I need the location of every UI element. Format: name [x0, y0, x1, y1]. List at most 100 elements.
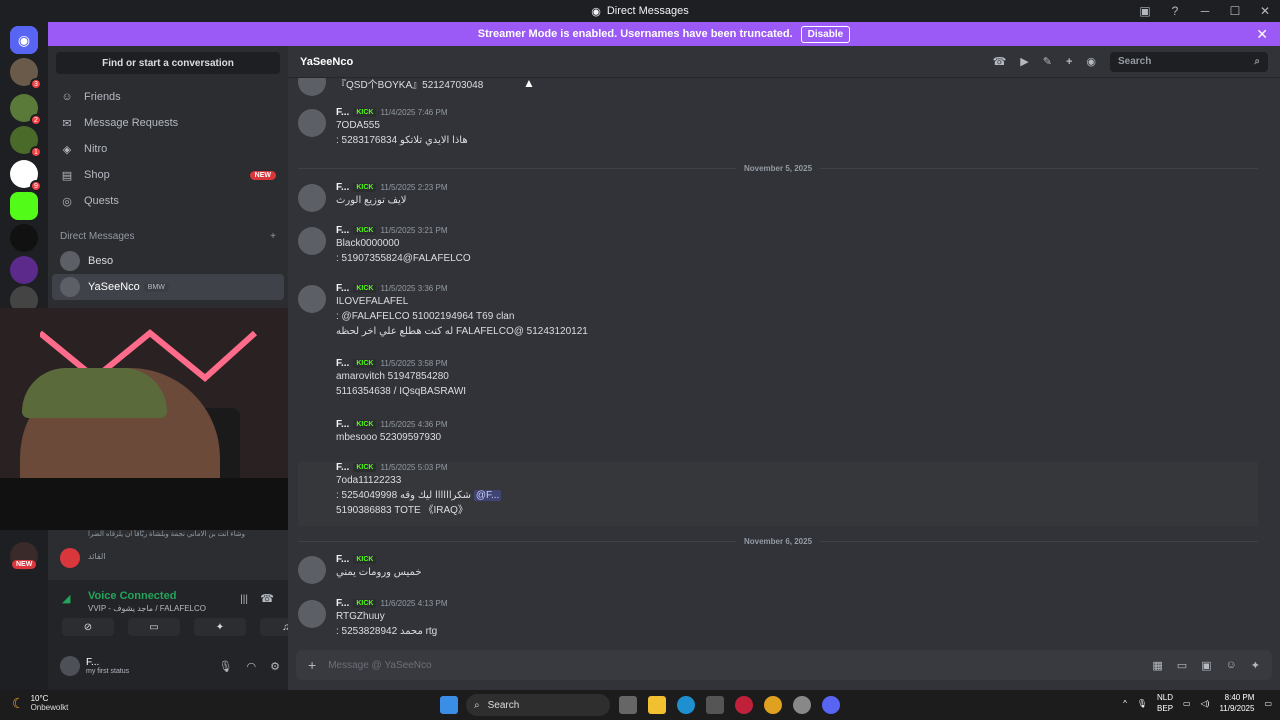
server-icon[interactable]: 3 [10, 58, 42, 90]
app-icon[interactable] [793, 696, 811, 714]
disconnect-icon[interactable]: ☎ [260, 592, 274, 605]
dm-item-beso[interactable]: Beso [52, 248, 284, 274]
unread-badge: 1 [30, 146, 42, 158]
message-line: 5190386883 TOTE 《IRAQ》 [336, 505, 468, 516]
nav-shop[interactable]: ▤ Shop NEW [48, 162, 288, 188]
server-icon[interactable]: 2 [10, 94, 42, 126]
noise-icon[interactable]: ||| [240, 594, 248, 605]
volume-icon[interactable]: ◁) [1201, 699, 1210, 708]
kick-badge: KICK [353, 359, 377, 368]
mic-tray-icon[interactable]: 🎙 [1137, 699, 1147, 708]
minimize-button[interactable]: ─ [1190, 4, 1220, 18]
mention[interactable]: @F... [473, 490, 502, 501]
author-name[interactable]: F... [336, 107, 349, 118]
search-input[interactable]: Search ⌕ [1110, 51, 1268, 72]
author-name[interactable]: F... [336, 554, 349, 565]
gif-icon[interactable]: ▭ [1177, 659, 1187, 672]
weather-desc: Onbewolkt [30, 703, 69, 712]
server-icon[interactable]: 9 [10, 160, 42, 192]
opera-icon[interactable] [735, 696, 753, 714]
server-icon[interactable] [10, 256, 38, 284]
dm-name[interactable]: القائد [88, 552, 106, 561]
video-icon[interactable]: ▶ [1020, 55, 1028, 68]
nav-message-requests[interactable]: ✉ Message Requests [48, 110, 288, 136]
author-name[interactable]: F... [336, 462, 349, 473]
language-indicator[interactable]: NLD BEP [1157, 692, 1173, 714]
author-name[interactable]: F... [336, 225, 349, 236]
chrome-icon[interactable] [764, 696, 782, 714]
author-name[interactable]: F... [336, 283, 349, 294]
disable-button[interactable]: Disable [800, 25, 851, 43]
date-label: November 6, 2025 [743, 536, 813, 546]
voice-channel[interactable]: VVIP - ماجد يشوف / FALAFELCO [88, 604, 206, 613]
emoji-icon[interactable]: ☺ [1226, 659, 1237, 672]
list-item[interactable]: F... KICK 11/4/2025 7:46 PM 7ODA555 : 52… [298, 107, 1258, 148]
author-name[interactable]: F... [336, 358, 349, 369]
profile-icon[interactable]: ◉ [1086, 55, 1096, 68]
close-icon[interactable]: ✕ [1256, 26, 1268, 43]
avatar [298, 600, 326, 628]
taskbar-search[interactable]: ⌕ Search [466, 694, 610, 716]
close-window-button[interactable]: ✕ [1250, 4, 1280, 18]
call-icon[interactable]: ☎ [993, 55, 1007, 68]
headphones-icon[interactable]: ◠ [247, 660, 257, 673]
find-conversation-input[interactable]: Find or start a conversation [56, 52, 280, 74]
maximize-button[interactable]: ☐ [1220, 4, 1250, 18]
mic-icon[interactable]: 🎙 [219, 660, 233, 673]
add-attachment-icon[interactable]: + [308, 657, 316, 673]
list-item[interactable]: F... KICK 11/5/2025 3:36 PM ILOVEFALAFEL… [298, 283, 1258, 339]
task-view-icon[interactable] [619, 696, 637, 714]
home-button[interactable]: ◉ [10, 26, 38, 54]
add-friends-icon[interactable]: + [1066, 56, 1072, 68]
list-item[interactable]: F... KICK 11/5/2025 5:03 PM 7oda11122233… [298, 462, 1258, 526]
author-name[interactable]: F... [336, 419, 349, 430]
dm-nav: ☺ Friends ✉ Message Requests ◈ Nitro ▤ Shop N… [48, 84, 288, 214]
apps-icon[interactable]: ✦ [1251, 659, 1260, 672]
file-explorer-icon[interactable] [648, 696, 666, 714]
list-item[interactable]: F... KICK 11/5/2025 3:21 PM Black0000000… [298, 225, 1258, 266]
list-item[interactable]: F... KICK 11/5/2025 4:36 PM mbesooo 5230… [298, 419, 1258, 445]
nav-friends[interactable]: ☺ Friends [48, 84, 288, 110]
avatar[interactable] [60, 656, 80, 676]
list-item[interactable]: F... KICK خميس ورومات يمني [298, 554, 1258, 584]
list-item[interactable]: F... KICK 11/5/2025 2:23 PM لايف توزيع ا… [298, 182, 1258, 212]
author-name[interactable]: F... [336, 182, 349, 193]
list-item[interactable]: F... KICK 11/6/2025 4:13 PM RTGZhuuy : 5… [298, 598, 1258, 639]
list-item[interactable]: F... KICK 11/5/2025 3:58 PM amarovitch 5… [298, 358, 1258, 399]
store-icon[interactable] [706, 696, 724, 714]
message-input[interactable]: + Message @ YaSeeNco ▦ ▭ ▣ ☺ ✦ [296, 650, 1272, 680]
pin-icon[interactable]: ✎ [1043, 55, 1052, 68]
server-icon[interactable]: 1 [10, 126, 42, 158]
nav-label: Friends [84, 91, 121, 103]
clock[interactable]: 8:40 PM 11/9/2025 [1219, 692, 1254, 714]
dm-name: YaSeeNco [88, 281, 140, 293]
nav-nitro[interactable]: ◈ Nitro [48, 136, 288, 162]
camera-off-button[interactable]: ⊘ [62, 618, 114, 636]
discord-taskbar-icon[interactable] [822, 696, 840, 714]
add-dm-icon[interactable]: + [270, 231, 276, 242]
unread-badge: 3 [30, 78, 42, 90]
gift-icon[interactable]: ▦ [1152, 659, 1162, 672]
server-icon[interactable] [10, 224, 38, 252]
start-button[interactable] [440, 696, 458, 714]
author-name[interactable]: F... [336, 598, 349, 609]
dm-item-yaseenco[interactable]: YaSeeNco BMW [52, 274, 284, 300]
notification-icon[interactable]: ▭ [1264, 699, 1272, 708]
avatar [60, 277, 80, 297]
inbox-icon[interactable]: ▣ [1130, 4, 1160, 18]
title-bar: ◉ Direct Messages ▣ ? ─ ☐ ✕ [0, 0, 1280, 22]
help-icon[interactable]: ? [1160, 4, 1190, 18]
kick-server-icon[interactable] [10, 192, 38, 220]
nav-quests[interactable]: ◎ Quests [48, 188, 288, 214]
list-item[interactable]: 『QSD个BOYKA』52124703048 [298, 78, 1258, 96]
settings-icon[interactable]: ⚙ [270, 660, 280, 673]
message-line: ILOVEFALAFEL [336, 296, 409, 307]
screen-share-button[interactable]: ▭ [128, 618, 180, 636]
weather-widget[interactable]: ☾ 10°C Onbewolkt [12, 694, 68, 712]
chevron-up-icon[interactable]: ^ [1123, 699, 1127, 708]
activities-button[interactable]: ✦ [194, 618, 246, 636]
network-icon[interactable]: ▭ [1183, 699, 1191, 708]
user-controls: 🎙 ◠ ⚙ [219, 660, 280, 673]
sticker-icon[interactable]: ▣ [1201, 659, 1211, 672]
edge-icon[interactable] [677, 696, 695, 714]
